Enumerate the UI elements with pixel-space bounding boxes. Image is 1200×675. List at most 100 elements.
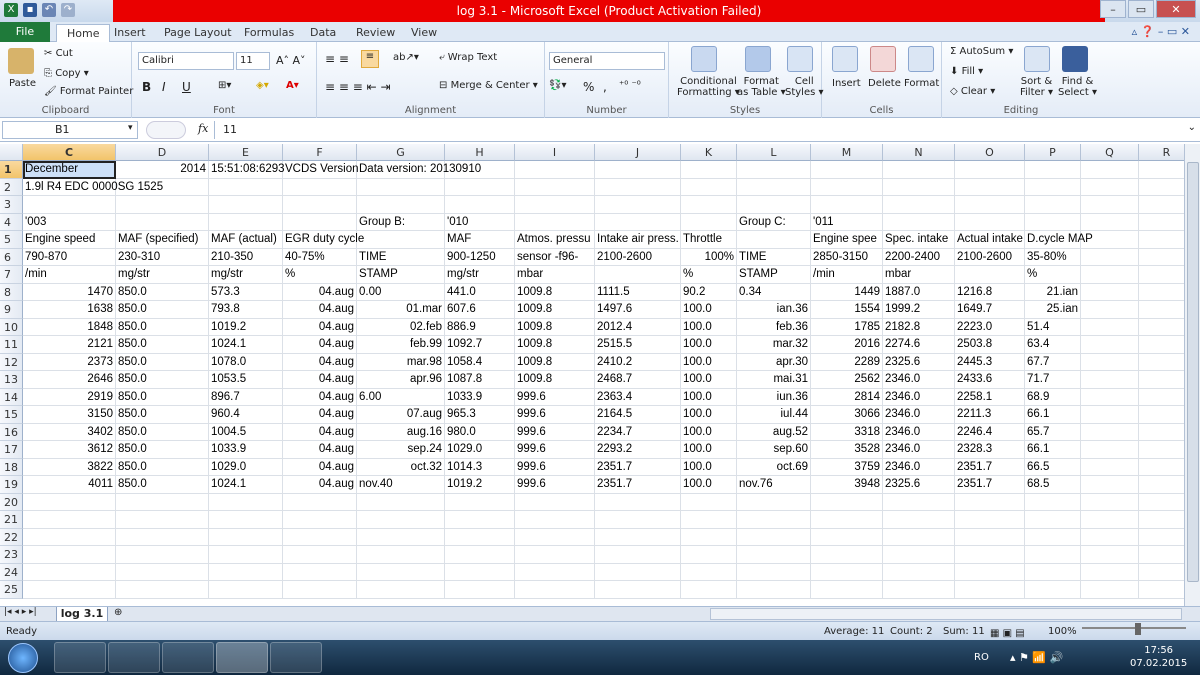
cell-l11[interactable]: mar.32 bbox=[737, 336, 811, 354]
cell-l8[interactable]: 0.34 bbox=[737, 283, 811, 301]
cell-p5[interactable]: D.cycle MAP bbox=[1025, 231, 1093, 249]
cell-e19[interactable]: 1024.1 bbox=[209, 476, 283, 494]
cell-e20[interactable] bbox=[209, 493, 283, 511]
cell-o11[interactable]: 2503.8 bbox=[955, 336, 1025, 354]
row-header-24[interactable]: 24 bbox=[0, 563, 23, 581]
cell-c5[interactable]: Engine speed bbox=[23, 231, 116, 249]
percent-button[interactable]: % bbox=[583, 80, 594, 94]
cell-o16[interactable]: 2246.4 bbox=[955, 423, 1025, 441]
cell-q19[interactable] bbox=[1081, 476, 1139, 494]
number-format-select[interactable]: General bbox=[549, 52, 665, 70]
cell-f22[interactable] bbox=[283, 528, 357, 546]
cell-h9[interactable]: 607.6 bbox=[445, 301, 515, 319]
cell-g6[interactable]: TIME bbox=[357, 248, 445, 266]
language-indicator[interactable]: RO bbox=[974, 640, 989, 675]
column-header-j[interactable]: J bbox=[595, 144, 681, 161]
row-header-22[interactable]: 22 bbox=[0, 528, 23, 546]
cell-c13[interactable]: 2646 bbox=[23, 371, 116, 389]
cell-q18[interactable] bbox=[1081, 458, 1139, 476]
cell-m8[interactable]: 1449 bbox=[811, 283, 883, 301]
cell-h10[interactable]: 886.9 bbox=[445, 318, 515, 336]
cell-q21[interactable] bbox=[1081, 511, 1139, 529]
format-table-icon[interactable] bbox=[745, 46, 771, 72]
cell-l17[interactable]: sep.60 bbox=[737, 441, 811, 459]
cell-l10[interactable]: feb.36 bbox=[737, 318, 811, 336]
cell-c7[interactable]: /min bbox=[23, 266, 116, 284]
tab-page-layout[interactable]: Page Layout bbox=[154, 24, 242, 42]
cell-r18[interactable] bbox=[1139, 459, 1184, 476]
cell-f18[interactable]: 04.aug bbox=[283, 458, 357, 476]
cell-g13[interactable]: apr.96 bbox=[357, 371, 445, 389]
cell-r5[interactable] bbox=[1139, 231, 1184, 249]
cell-o5[interactable]: Actual intake bbox=[955, 231, 1025, 249]
cell-j1[interactable] bbox=[595, 161, 681, 179]
cell-j6[interactable]: 2100-2600 bbox=[595, 248, 681, 266]
paste-button[interactable]: Paste bbox=[9, 78, 36, 89]
cell-r19[interactable] bbox=[1139, 476, 1184, 494]
row-header-9[interactable]: 9 bbox=[0, 301, 23, 319]
cell-j21[interactable] bbox=[595, 511, 681, 529]
cell-o15[interactable]: 2211.3 bbox=[955, 406, 1025, 424]
cell-f15[interactable]: 04.aug bbox=[283, 406, 357, 424]
cell-j23[interactable] bbox=[595, 546, 681, 564]
cell-i23[interactable] bbox=[515, 546, 595, 564]
minimize-icon[interactable]: – bbox=[1100, 0, 1126, 18]
cell-d15[interactable]: 850.0 bbox=[116, 406, 209, 424]
cell-l23[interactable] bbox=[737, 546, 811, 564]
cell-i8[interactable]: 1009.8 bbox=[515, 283, 595, 301]
row-header-19[interactable]: 19 bbox=[0, 476, 23, 494]
cell-d11[interactable]: 850.0 bbox=[116, 336, 209, 354]
cell-l16[interactable]: aug.52 bbox=[737, 423, 811, 441]
cell-r8[interactable] bbox=[1139, 284, 1184, 301]
cell-i22[interactable] bbox=[515, 528, 595, 546]
cell-c22[interactable] bbox=[23, 528, 116, 546]
cell-m22[interactable] bbox=[811, 528, 883, 546]
cell-c4[interactable]: '003 bbox=[23, 213, 116, 231]
format-painter-button[interactable]: 🖌 Format Painter bbox=[44, 86, 133, 97]
cell-k16[interactable]: 100.0 bbox=[681, 423, 737, 441]
cell-q10[interactable] bbox=[1081, 318, 1139, 336]
cell-n20[interactable] bbox=[883, 493, 955, 511]
cell-i19[interactable]: 999.6 bbox=[515, 476, 595, 494]
cell-d2[interactable] bbox=[116, 178, 209, 196]
cell-n15[interactable]: 2346.0 bbox=[883, 406, 955, 424]
cell-m18[interactable]: 3759 bbox=[811, 458, 883, 476]
cell-m11[interactable]: 2016 bbox=[811, 336, 883, 354]
currency-icon[interactable]: 💱▾ bbox=[549, 80, 566, 91]
cell-e17[interactable]: 1033.9 bbox=[209, 441, 283, 459]
cell-k18[interactable]: 100.0 bbox=[681, 458, 737, 476]
font-size-select[interactable]: 11 bbox=[236, 52, 270, 70]
cell-j9[interactable]: 1497.6 bbox=[595, 301, 681, 319]
cell-h5[interactable]: MAF bbox=[445, 231, 515, 249]
cell-i17[interactable]: 999.6 bbox=[515, 441, 595, 459]
cell-h12[interactable]: 1058.4 bbox=[445, 353, 515, 371]
cell-k22[interactable] bbox=[681, 528, 737, 546]
cell-i16[interactable]: 999.6 bbox=[515, 423, 595, 441]
cell-n9[interactable]: 1999.2 bbox=[883, 301, 955, 319]
cell-c25[interactable] bbox=[23, 581, 116, 599]
cell-h21[interactable] bbox=[445, 511, 515, 529]
cell-o8[interactable]: 1216.8 bbox=[955, 283, 1025, 301]
vertical-scroll-thumb[interactable] bbox=[1187, 162, 1199, 582]
cell-n7[interactable]: mbar bbox=[883, 266, 955, 284]
cell-i3[interactable] bbox=[515, 196, 595, 214]
cell-i15[interactable]: 999.6 bbox=[515, 406, 595, 424]
cell-m14[interactable]: 2814 bbox=[811, 388, 883, 406]
cell-j19[interactable]: 2351.7 bbox=[595, 476, 681, 494]
cell-c3[interactable] bbox=[23, 196, 116, 214]
fill-button[interactable]: ⬇ Fill ▾ bbox=[950, 66, 983, 77]
tray-icons[interactable]: ▴ ⚑ 📶 🔊 bbox=[1010, 640, 1063, 675]
insert-sheet-icon[interactable]: ⊕ bbox=[114, 607, 122, 618]
maximize-icon[interactable]: ▭ bbox=[1128, 0, 1154, 18]
cell-q7[interactable] bbox=[1081, 266, 1139, 284]
cell-d4[interactable] bbox=[116, 213, 209, 231]
cell-m25[interactable] bbox=[811, 581, 883, 599]
cell-j22[interactable] bbox=[595, 528, 681, 546]
cell-p13[interactable]: 71.7 bbox=[1025, 371, 1081, 389]
cell-o23[interactable] bbox=[955, 546, 1025, 564]
cell-l9[interactable]: ian.36 bbox=[737, 301, 811, 319]
row-header-20[interactable]: 20 bbox=[0, 493, 23, 511]
cell-g17[interactable]: sep.24 bbox=[357, 441, 445, 459]
cell-c24[interactable] bbox=[23, 563, 116, 581]
delete-icon[interactable] bbox=[870, 46, 896, 72]
